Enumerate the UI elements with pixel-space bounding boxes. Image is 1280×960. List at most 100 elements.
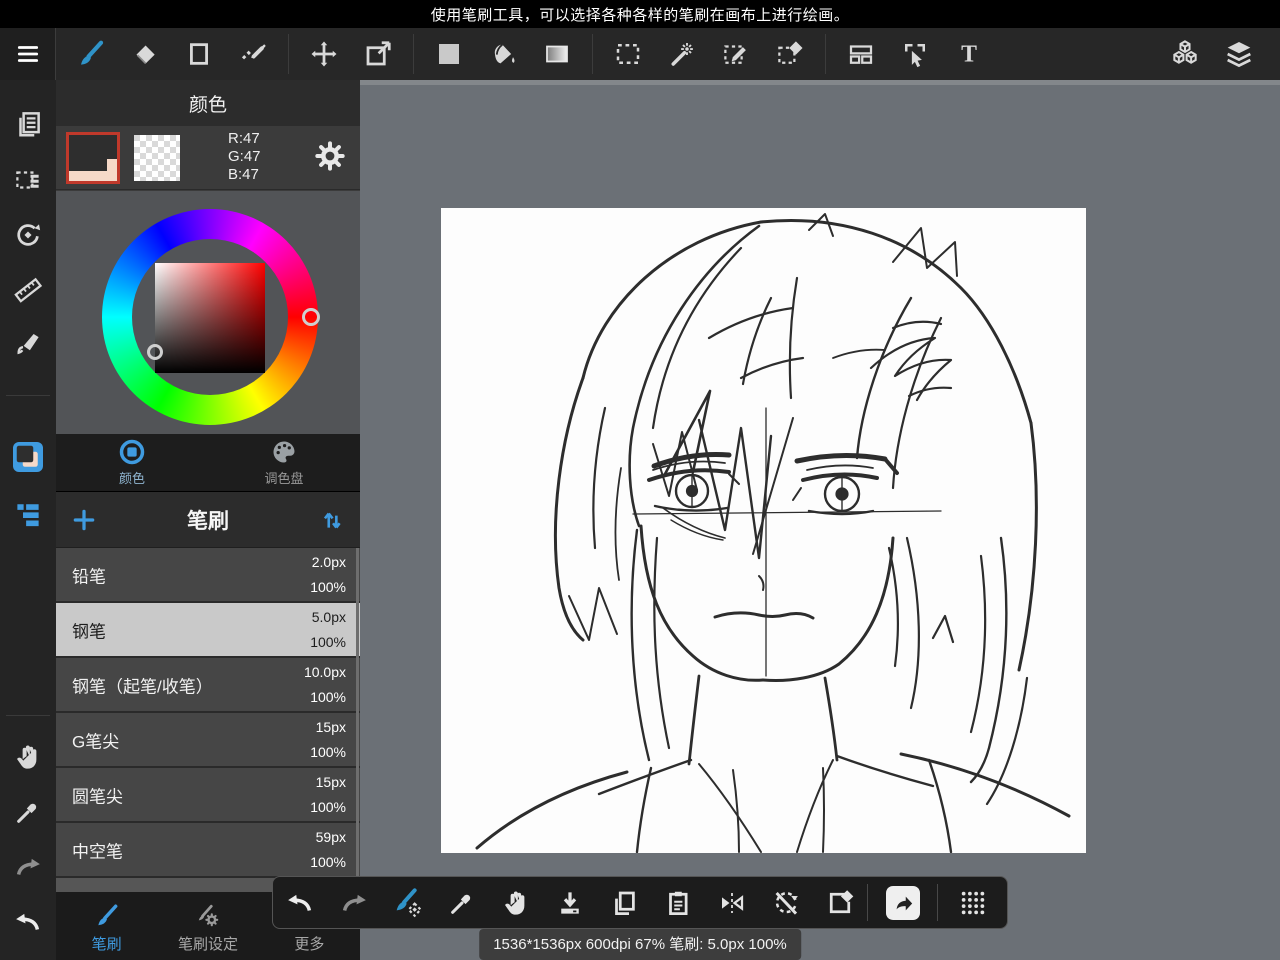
gradient-tool-button[interactable]	[530, 28, 584, 80]
undo-icon	[16, 913, 40, 930]
medibang-paint-app: 使用笔刷工具，可以选择各种各样的笔刷在画布上进行绘画。 T 颜色 R:47 G:…	[0, 0, 1280, 960]
undo-button-sidebar[interactable]	[8, 902, 48, 942]
notification-bar: 使用笔刷工具，可以选择各种各样的笔刷在画布上进行绘画。	[0, 0, 1280, 28]
tab-brush[interactable]: 笔刷	[56, 892, 157, 960]
main-menu-button[interactable]	[0, 28, 56, 80]
brush-row-g-nib[interactable]: G笔尖 15px 100%	[56, 713, 360, 768]
rotate-lock-button[interactable]	[759, 877, 813, 928]
object-cursor-icon	[905, 44, 925, 68]
hue-ring[interactable]	[102, 209, 320, 425]
color-settings-button[interactable]	[314, 140, 346, 172]
rgb-b-value: B:47	[228, 166, 259, 183]
magic-wand-button[interactable]	[655, 28, 709, 80]
brush-tool-button[interactable]	[64, 28, 118, 80]
select-rect-button[interactable]	[601, 28, 655, 80]
layers-panel-button[interactable]	[1212, 28, 1266, 80]
eraser-tool-button[interactable]	[118, 28, 172, 80]
svg-text:T: T	[961, 42, 977, 68]
drawing-canvas[interactable]	[441, 208, 1086, 853]
transform-icon	[366, 41, 391, 66]
sort-brushes-button[interactable]	[304, 507, 360, 533]
color-panel-title: 颜色	[56, 80, 360, 126]
fill-color-swatch-button[interactable]	[422, 28, 476, 80]
tab-brush-settings[interactable]: 笔刷设定	[157, 892, 258, 960]
floating-toolbar	[272, 876, 1008, 929]
flip-horizontal-button[interactable]	[705, 877, 759, 928]
copy-button[interactable]	[597, 877, 651, 928]
paste-button[interactable]	[651, 877, 705, 928]
sketch-artwork	[475, 213, 1071, 853]
materials-button[interactable]	[1158, 28, 1212, 80]
rotate-reset-button[interactable]	[8, 215, 48, 255]
transparent-color-swatch[interactable]	[134, 135, 180, 181]
color-wheel-section	[56, 191, 360, 434]
add-brush-button[interactable]	[56, 507, 112, 533]
sv-selector-knob[interactable]	[147, 344, 163, 360]
eyedropper-button[interactable]	[8, 792, 48, 832]
tab-palette[interactable]: 调色盘	[208, 434, 360, 491]
pages-button[interactable]	[8, 104, 48, 144]
redo-button[interactable]	[327, 877, 381, 928]
layer-list-button[interactable]	[8, 493, 48, 533]
saturation-value-square[interactable]	[155, 263, 265, 373]
gradient-icon	[546, 45, 568, 63]
undo-button[interactable]	[273, 877, 327, 928]
material-brush-button[interactable]	[8, 324, 48, 364]
toolbar-drag-handle[interactable]	[938, 877, 1007, 928]
redo-icon	[342, 894, 366, 911]
rotate-disabled-icon	[775, 891, 798, 915]
layers-icon	[1227, 42, 1251, 68]
redo-button-sidebar[interactable]	[8, 847, 48, 887]
text-tool-button[interactable]: T	[942, 28, 996, 80]
bucket-fill-button[interactable]	[476, 28, 530, 80]
selection-menu-button[interactable]	[8, 160, 48, 200]
transform-tool-button[interactable]	[351, 28, 405, 80]
brush-row-round-nib[interactable]: 圆笔尖 15px 100%	[56, 768, 360, 823]
grid-dots-icon	[961, 891, 984, 914]
paste-clipboard-icon	[669, 891, 688, 915]
layer-list-icon	[17, 504, 39, 527]
hand-tool-button-bar[interactable]	[489, 877, 543, 928]
select-pen-icon	[724, 45, 746, 64]
hue-selector-knob[interactable]	[302, 308, 320, 326]
palette-tab-icon	[273, 441, 295, 463]
brush-row-pen-taper[interactable]: 钢笔（起笔/收笔） 10.0px 100%	[56, 658, 360, 713]
sidebar-divider	[6, 395, 50, 396]
magic-wand-icon	[671, 43, 693, 66]
rgb-r-value: R:47	[228, 130, 260, 147]
color-swatch-row: R:47 G:47 B:47	[56, 126, 360, 190]
notification-text: 使用笔刷工具，可以选择各种各样的笔刷在画布上进行绘画。	[430, 6, 850, 24]
move-tool-button[interactable]	[297, 28, 351, 80]
brush-list: 铅笔 2.0px 100% 钢笔 5.0px 100% 钢笔（起笔/收笔） 10…	[56, 548, 360, 878]
select-eraser-button[interactable]	[763, 28, 817, 80]
polyline-tool-button[interactable]	[226, 28, 280, 80]
hand-tool-button[interactable]	[8, 737, 48, 777]
tab-color[interactable]: 颜色	[56, 434, 208, 491]
select-eraser-icon	[778, 41, 803, 64]
divide-layout-button[interactable]	[834, 28, 888, 80]
quick-share-button[interactable]	[868, 877, 937, 928]
select-pen-button[interactable]	[709, 28, 763, 80]
current-color-chip[interactable]	[8, 437, 48, 477]
eyedropper-icon	[17, 803, 37, 823]
ruler-button[interactable]	[8, 270, 48, 310]
color-tab-icon	[119, 439, 145, 465]
brush-row-pen[interactable]: 钢笔 5.0px 100%	[56, 603, 360, 658]
object-select-button[interactable]	[888, 28, 942, 80]
sort-arrows-icon	[323, 512, 341, 528]
foreground-background-swatch[interactable]	[66, 132, 120, 184]
brush-row-hollow-pen[interactable]: 中空笔 59px 100%	[56, 823, 360, 878]
shape-rect-tool-button[interactable]	[172, 28, 226, 80]
brush-row-pencil[interactable]: 铅笔 2.0px 100%	[56, 548, 360, 603]
gear-icon	[315, 141, 345, 171]
brush-eraser-toggle-button[interactable]	[381, 877, 435, 928]
save-button[interactable]	[543, 877, 597, 928]
hamburger-icon	[17, 46, 38, 62]
workspace[interactable]	[360, 80, 1280, 960]
rgb-readout: R:47 G:47 B:47	[228, 130, 261, 184]
eyedropper-button-bar[interactable]	[435, 877, 489, 928]
rotate-view-icon	[17, 224, 41, 246]
brush-list-scrollbar[interactable]	[356, 548, 359, 878]
clear-layer-button[interactable]	[813, 877, 867, 928]
hand-icon	[17, 745, 37, 769]
